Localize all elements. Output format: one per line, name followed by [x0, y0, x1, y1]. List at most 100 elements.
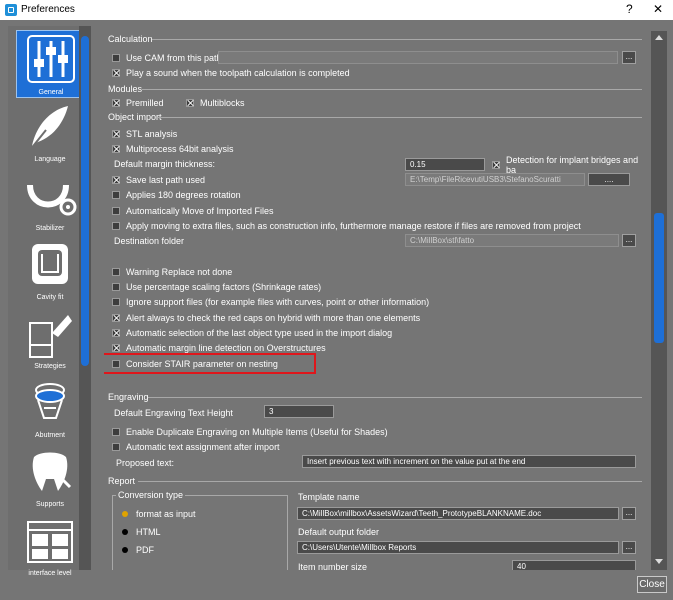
- save-last-path-checkbox[interactable]: [112, 175, 120, 184]
- use-percentage-checkbox[interactable]: [112, 282, 120, 291]
- sidebar-item-language[interactable]: Language: [16, 100, 84, 168]
- destination-folder-label: Destination folder: [114, 236, 185, 246]
- detection-checkbox[interactable]: [492, 160, 500, 169]
- scroll-up-icon[interactable]: [655, 35, 663, 40]
- ignore-support-checkbox[interactable]: [112, 297, 120, 306]
- applies-180-label: Applies 180 degrees rotation: [126, 189, 241, 200]
- output-browse-button[interactable]: ...: [622, 541, 636, 554]
- title-bar: Preferences ? ✕: [0, 0, 673, 20]
- warning-replace-label: Warning Replace not done: [126, 266, 233, 277]
- destination-browse-button[interactable]: ...: [622, 234, 636, 247]
- scroll-down-icon[interactable]: [655, 559, 663, 564]
- radio-html[interactable]: HTML: [122, 527, 161, 537]
- premilled-checkbox[interactable]: [112, 98, 120, 107]
- save-last-path-row[interactable]: Save last path used: [112, 173, 205, 186]
- last-path-browse-button[interactable]: ....: [588, 173, 630, 186]
- sidebar-item-general[interactable]: General: [16, 30, 84, 98]
- stl-analysis-label: STL analysis: [126, 128, 178, 139]
- stl-analysis-row[interactable]: STL analysis: [112, 127, 177, 140]
- alert-red-caps-row[interactable]: Alert always to check the red caps on hy…: [112, 311, 420, 324]
- sidebar-scrollbar[interactable]: [79, 26, 91, 570]
- play-sound-label: Play a sound when the toolpath calculati…: [126, 67, 350, 78]
- template-name-label: Template name: [298, 492, 360, 502]
- sidebar-item-label: Supports: [35, 501, 65, 508]
- ignore-support-row[interactable]: Ignore support files (for example files …: [112, 295, 429, 308]
- use-cam-row[interactable]: Use CAM from this path:: [112, 51, 224, 64]
- last-path-field[interactable]: E:\Temp\FileRicevutiUSB3\StefanoScuratti: [405, 173, 585, 186]
- premilled-row[interactable]: Premilled: [112, 96, 164, 109]
- stl-analysis-checkbox[interactable]: [112, 129, 120, 138]
- auto-move-row[interactable]: Automatically Move of Imported Files: [112, 204, 274, 217]
- sidebar-item-cavity-fit[interactable]: Cavity fit: [16, 238, 84, 306]
- sidebar-item-strategies[interactable]: Strategies: [16, 307, 84, 375]
- play-sound-row[interactable]: Play a sound when the toolpath calculati…: [112, 66, 350, 79]
- sidebar-item-stabilizer[interactable]: Stabilizer: [16, 169, 84, 237]
- sidebar-item-label: Cavity fit: [36, 294, 64, 301]
- auto-text-row[interactable]: Automatic text assignment after import: [112, 440, 280, 453]
- cam-path-field[interactable]: [218, 51, 618, 64]
- applies-180-row[interactable]: Applies 180 degrees rotation: [112, 188, 241, 201]
- cam-path-browse-button[interactable]: ...: [622, 51, 636, 64]
- sidebar-scroll-thumb[interactable]: [81, 36, 89, 366]
- conversion-type-title: Conversion type: [116, 490, 186, 500]
- use-percentage-label: Use percentage scaling factors (Shrinkag…: [126, 281, 322, 292]
- warning-replace-row[interactable]: Warning Replace not done: [112, 265, 232, 278]
- radio-label: format as input: [136, 509, 196, 519]
- template-name-field[interactable]: C:\MillBox\millbox\AssetsWizard\Teeth_Pr…: [297, 507, 619, 520]
- strategy-icon: [29, 315, 72, 358]
- content-scroll-thumb[interactable]: [654, 213, 664, 343]
- use-percentage-row[interactable]: Use percentage scaling factors (Shrinkag…: [112, 280, 321, 293]
- multiblocks-row[interactable]: Multiblocks: [186, 96, 245, 109]
- detection-row[interactable]: Detection for implant bridges and ba: [492, 155, 646, 175]
- auto-selection-row[interactable]: Automatic selection of the last object t…: [112, 326, 392, 339]
- multiprocess-checkbox[interactable]: [112, 144, 120, 153]
- sidebar-item-interface-level[interactable]: interface level: [16, 514, 84, 582]
- layout-icon: [27, 521, 73, 563]
- item-number-size-label: Item number size: [298, 562, 368, 570]
- multiblocks-label: Multiblocks: [200, 97, 245, 108]
- divider: [142, 89, 642, 90]
- quill-icon: [29, 106, 68, 151]
- alert-red-caps-checkbox[interactable]: [112, 313, 120, 322]
- radio-format-as-input[interactable]: format as input: [122, 509, 196, 519]
- default-margin-input[interactable]: 0.15: [405, 158, 485, 171]
- divider: [148, 397, 642, 398]
- apply-moving-checkbox[interactable]: [112, 221, 120, 230]
- applies-180-checkbox[interactable]: [112, 190, 120, 199]
- radio-label: HTML: [136, 527, 161, 537]
- auto-margin-checkbox[interactable]: [112, 343, 120, 352]
- auto-move-checkbox[interactable]: [112, 206, 120, 215]
- sidebar-item-label: Stabilizer: [35, 225, 65, 232]
- engraving-height-input[interactable]: 3: [264, 405, 334, 418]
- item-number-size-input[interactable]: 40: [512, 560, 636, 570]
- divider: [158, 117, 642, 118]
- use-cam-checkbox[interactable]: [112, 53, 120, 62]
- section-title-object-import: Object import: [108, 112, 162, 122]
- proposed-text-input[interactable]: Insert previous text with increment on t…: [302, 455, 636, 468]
- radio-selected-indicator: [122, 511, 128, 517]
- sidebar-item-abutment[interactable]: Abutment: [16, 376, 84, 444]
- auto-text-checkbox[interactable]: [112, 442, 120, 451]
- play-sound-checkbox[interactable]: [112, 68, 120, 77]
- content-scrollbar[interactable]: [651, 31, 667, 570]
- engraving-height-label: Default Engraving Text Height: [114, 408, 233, 418]
- multiblocks-checkbox[interactable]: [186, 98, 194, 107]
- radio-indicator: [122, 547, 128, 553]
- close-button[interactable]: Close: [637, 576, 667, 593]
- window-close-button[interactable]: ✕: [653, 2, 663, 16]
- apply-moving-row[interactable]: Apply moving to extra files, such as con…: [112, 219, 581, 232]
- warning-replace-checkbox[interactable]: [112, 267, 120, 276]
- template-browse-button[interactable]: ...: [622, 507, 636, 520]
- auto-margin-label: Automatic margin line detection on Overs…: [126, 342, 326, 353]
- help-button[interactable]: ?: [626, 2, 633, 16]
- sidebar-item-supports[interactable]: Supports: [16, 445, 84, 513]
- sidebar-item-label: Abutment: [35, 432, 65, 439]
- output-folder-field[interactable]: C:\Users\Utente\Millbox Reports: [297, 541, 619, 554]
- multiprocess-row[interactable]: Multiprocess 64bit analysis: [112, 142, 234, 155]
- auto-selection-checkbox[interactable]: [112, 328, 120, 337]
- enable-duplicate-row[interactable]: Enable Duplicate Engraving on Multiple I…: [112, 425, 388, 438]
- window-title: Preferences: [21, 4, 75, 15]
- radio-pdf[interactable]: PDF: [122, 545, 154, 555]
- enable-duplicate-checkbox[interactable]: [112, 427, 120, 436]
- destination-folder-field[interactable]: C:\MillBox\stl\fatto: [405, 234, 619, 247]
